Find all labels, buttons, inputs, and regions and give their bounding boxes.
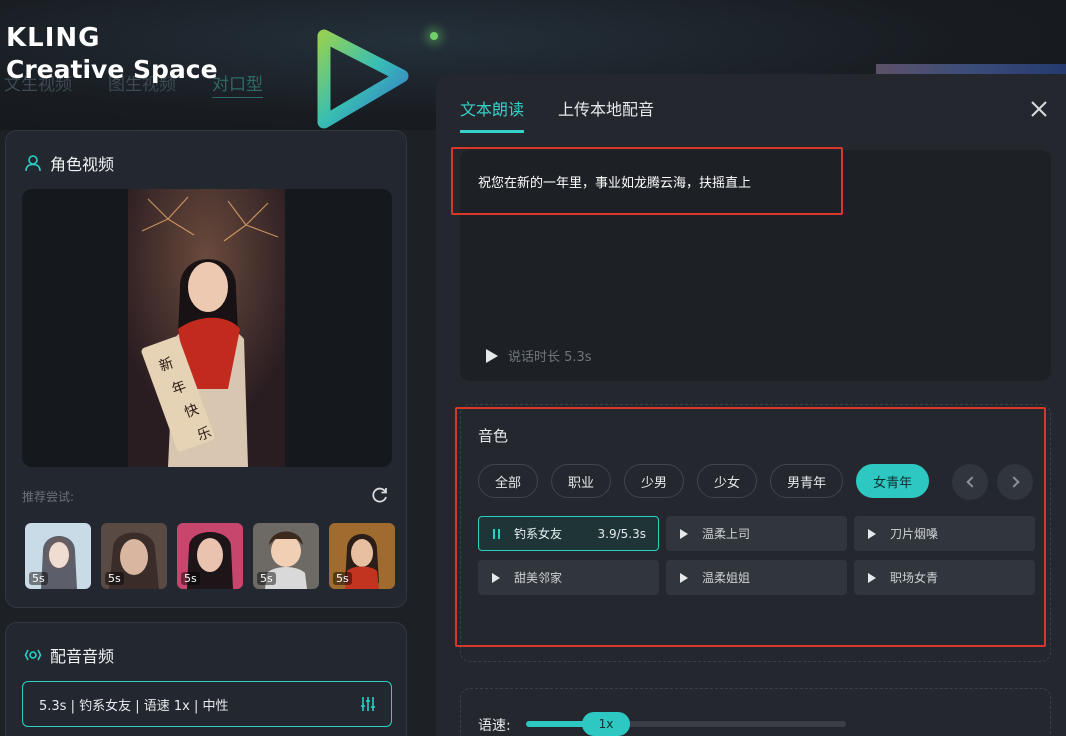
chevron-right-icon (1007, 476, 1020, 488)
equalizer-icon[interactable] (359, 695, 377, 713)
dubbing-audio-card: 配音音频 5.3s | 钓系女友 | 语速 1x | 中性 (5, 622, 407, 736)
filter-all[interactable]: 全部 (478, 464, 539, 498)
brand-line-1: KLING (6, 23, 101, 53)
kling-logo-icon (317, 29, 409, 129)
dubbing-audio-title-row: 配音音频 (24, 643, 114, 667)
suggestion-thumbnail[interactable]: 5s (101, 523, 167, 589)
thumbnail-duration: 5s (333, 572, 352, 585)
voice-item[interactable]: 温柔上司 (666, 516, 847, 551)
dubbing-audio-title: 配音音频 (50, 647, 115, 666)
filter-young-girl[interactable]: 少女 (697, 464, 758, 498)
role-video-title-row: 角色视频 (24, 151, 114, 175)
play-icon[interactable] (492, 572, 500, 583)
voice-item[interactable]: 温柔姐姐 (666, 560, 847, 595)
thumbnail-duration: 5s (181, 572, 200, 585)
voice-item-name: 甜美邻家 (514, 571, 563, 585)
voice-item[interactable]: 钓系女友 3.9/5.3s (478, 516, 659, 551)
refresh-icon[interactable] (370, 485, 390, 505)
panel-tabs: 文本朗读 上传本地配音 (460, 96, 654, 133)
filter-professional[interactable]: 职业 (551, 464, 612, 498)
voice-item[interactable]: 刀片烟嗓 (854, 516, 1035, 551)
speech-duration-label: 说话时长 5.3s (508, 350, 592, 365)
speed-slider-thumb[interactable]: 1x (582, 712, 630, 736)
text-input-area[interactable]: 祝您在新的一年里，事业如龙腾云海，扶摇直上 说话时长 5.3s (451, 147, 1051, 381)
play-icon[interactable] (680, 528, 688, 539)
speed-label: 语速: (478, 718, 511, 734)
role-video-title: 角色视频 (50, 155, 115, 174)
filter-young-man[interactable]: 男青年 (770, 464, 844, 498)
voice-item[interactable]: 甜美邻家 (478, 560, 659, 595)
speed-slider-track[interactable]: 1x (526, 712, 846, 736)
thumbnail-duration: 5s (257, 572, 276, 585)
role-video-card: 角色视频 新 年 快 乐 推荐尝试: 5s 5s 5s 5s 5s (5, 130, 407, 608)
brand-logo: KLING Creative Space (6, 22, 218, 86)
suggestion-thumbnail[interactable]: 5s (177, 523, 243, 589)
voice-item-name: 温柔姐姐 (702, 571, 751, 585)
suggest-label: 推荐尝试: (22, 490, 75, 504)
preview-play-row[interactable]: 说话时长 5.3s (486, 346, 592, 365)
chevron-left-icon (965, 476, 978, 488)
bg-tab-lip-sync[interactable]: 对口型 (212, 70, 263, 98)
filter-young-woman[interactable]: 女青年 (856, 464, 930, 498)
voice-section-title: 音色 (478, 427, 509, 445)
filter-young-boy[interactable]: 少男 (624, 464, 685, 498)
voice-item-name: 刀片烟嗓 (890, 527, 939, 541)
pause-icon[interactable] (493, 528, 500, 539)
suggestion-thumbnail[interactable]: 5s (253, 523, 319, 589)
role-video-preview[interactable]: 新 年 快 乐 (22, 189, 392, 467)
suggestion-thumbnails: 5s 5s 5s 5s 5s (25, 523, 395, 589)
voice-panel: 文本朗读 上传本地配音 祝您在新的一年里，事业如龙腾云海，扶摇直上 说话时长 5… (436, 74, 1066, 736)
filters-next-button[interactable] (997, 464, 1033, 500)
voice-item-progress: 3.9/5.3s (597, 526, 646, 541)
tab-upload-audio[interactable]: 上传本地配音 (558, 96, 654, 133)
text-input-content[interactable]: 祝您在新的一年里，事业如龙腾云海，扶摇直上 (478, 172, 751, 191)
voice-list: 钓系女友 3.9/5.3s 温柔上司 刀片烟嗓 甜美邻家 温柔姐姐 职场女青 (478, 516, 1035, 595)
speed-section: 语速: 1x (460, 688, 1051, 736)
role-video-frame: 新 年 快 乐 (128, 189, 285, 467)
brand-line-2: Creative Space (6, 55, 218, 84)
dubbing-audio-selector[interactable]: 5.3s | 钓系女友 | 语速 1x | 中性 (22, 681, 392, 727)
audio-wave-icon (24, 649, 42, 661)
voice-item[interactable]: 职场女青 (854, 560, 1035, 595)
dubbing-audio-summary: 5.3s | 钓系女友 | 语速 1x | 中性 (39, 698, 229, 714)
voice-item-name: 温柔上司 (702, 527, 751, 541)
tab-text-reading[interactable]: 文本朗读 (460, 96, 525, 133)
play-icon[interactable] (486, 348, 498, 363)
thumbnail-duration: 5s (29, 572, 48, 585)
voice-filters: 全部 职业 少男 少女 男青年 女青年 (478, 464, 930, 498)
play-icon[interactable] (680, 572, 688, 583)
play-icon[interactable] (868, 528, 876, 539)
voice-item-name: 钓系女友 (514, 527, 563, 541)
filters-prev-button[interactable] (952, 464, 988, 500)
user-icon (25, 155, 41, 172)
close-icon[interactable] (1030, 100, 1048, 118)
suggestion-thumbnail[interactable]: 5s (329, 523, 395, 589)
thumbnail-duration: 5s (105, 572, 124, 585)
suggestion-thumbnail[interactable]: 5s (25, 523, 91, 589)
sparkle-decoration (430, 32, 438, 40)
voice-section: 音色 全部 职业 少男 少女 男青年 女青年 钓系女友 3.9/5.3s 温柔上… (455, 404, 1051, 662)
play-icon[interactable] (868, 572, 876, 583)
voice-item-name: 职场女青 (890, 571, 939, 585)
